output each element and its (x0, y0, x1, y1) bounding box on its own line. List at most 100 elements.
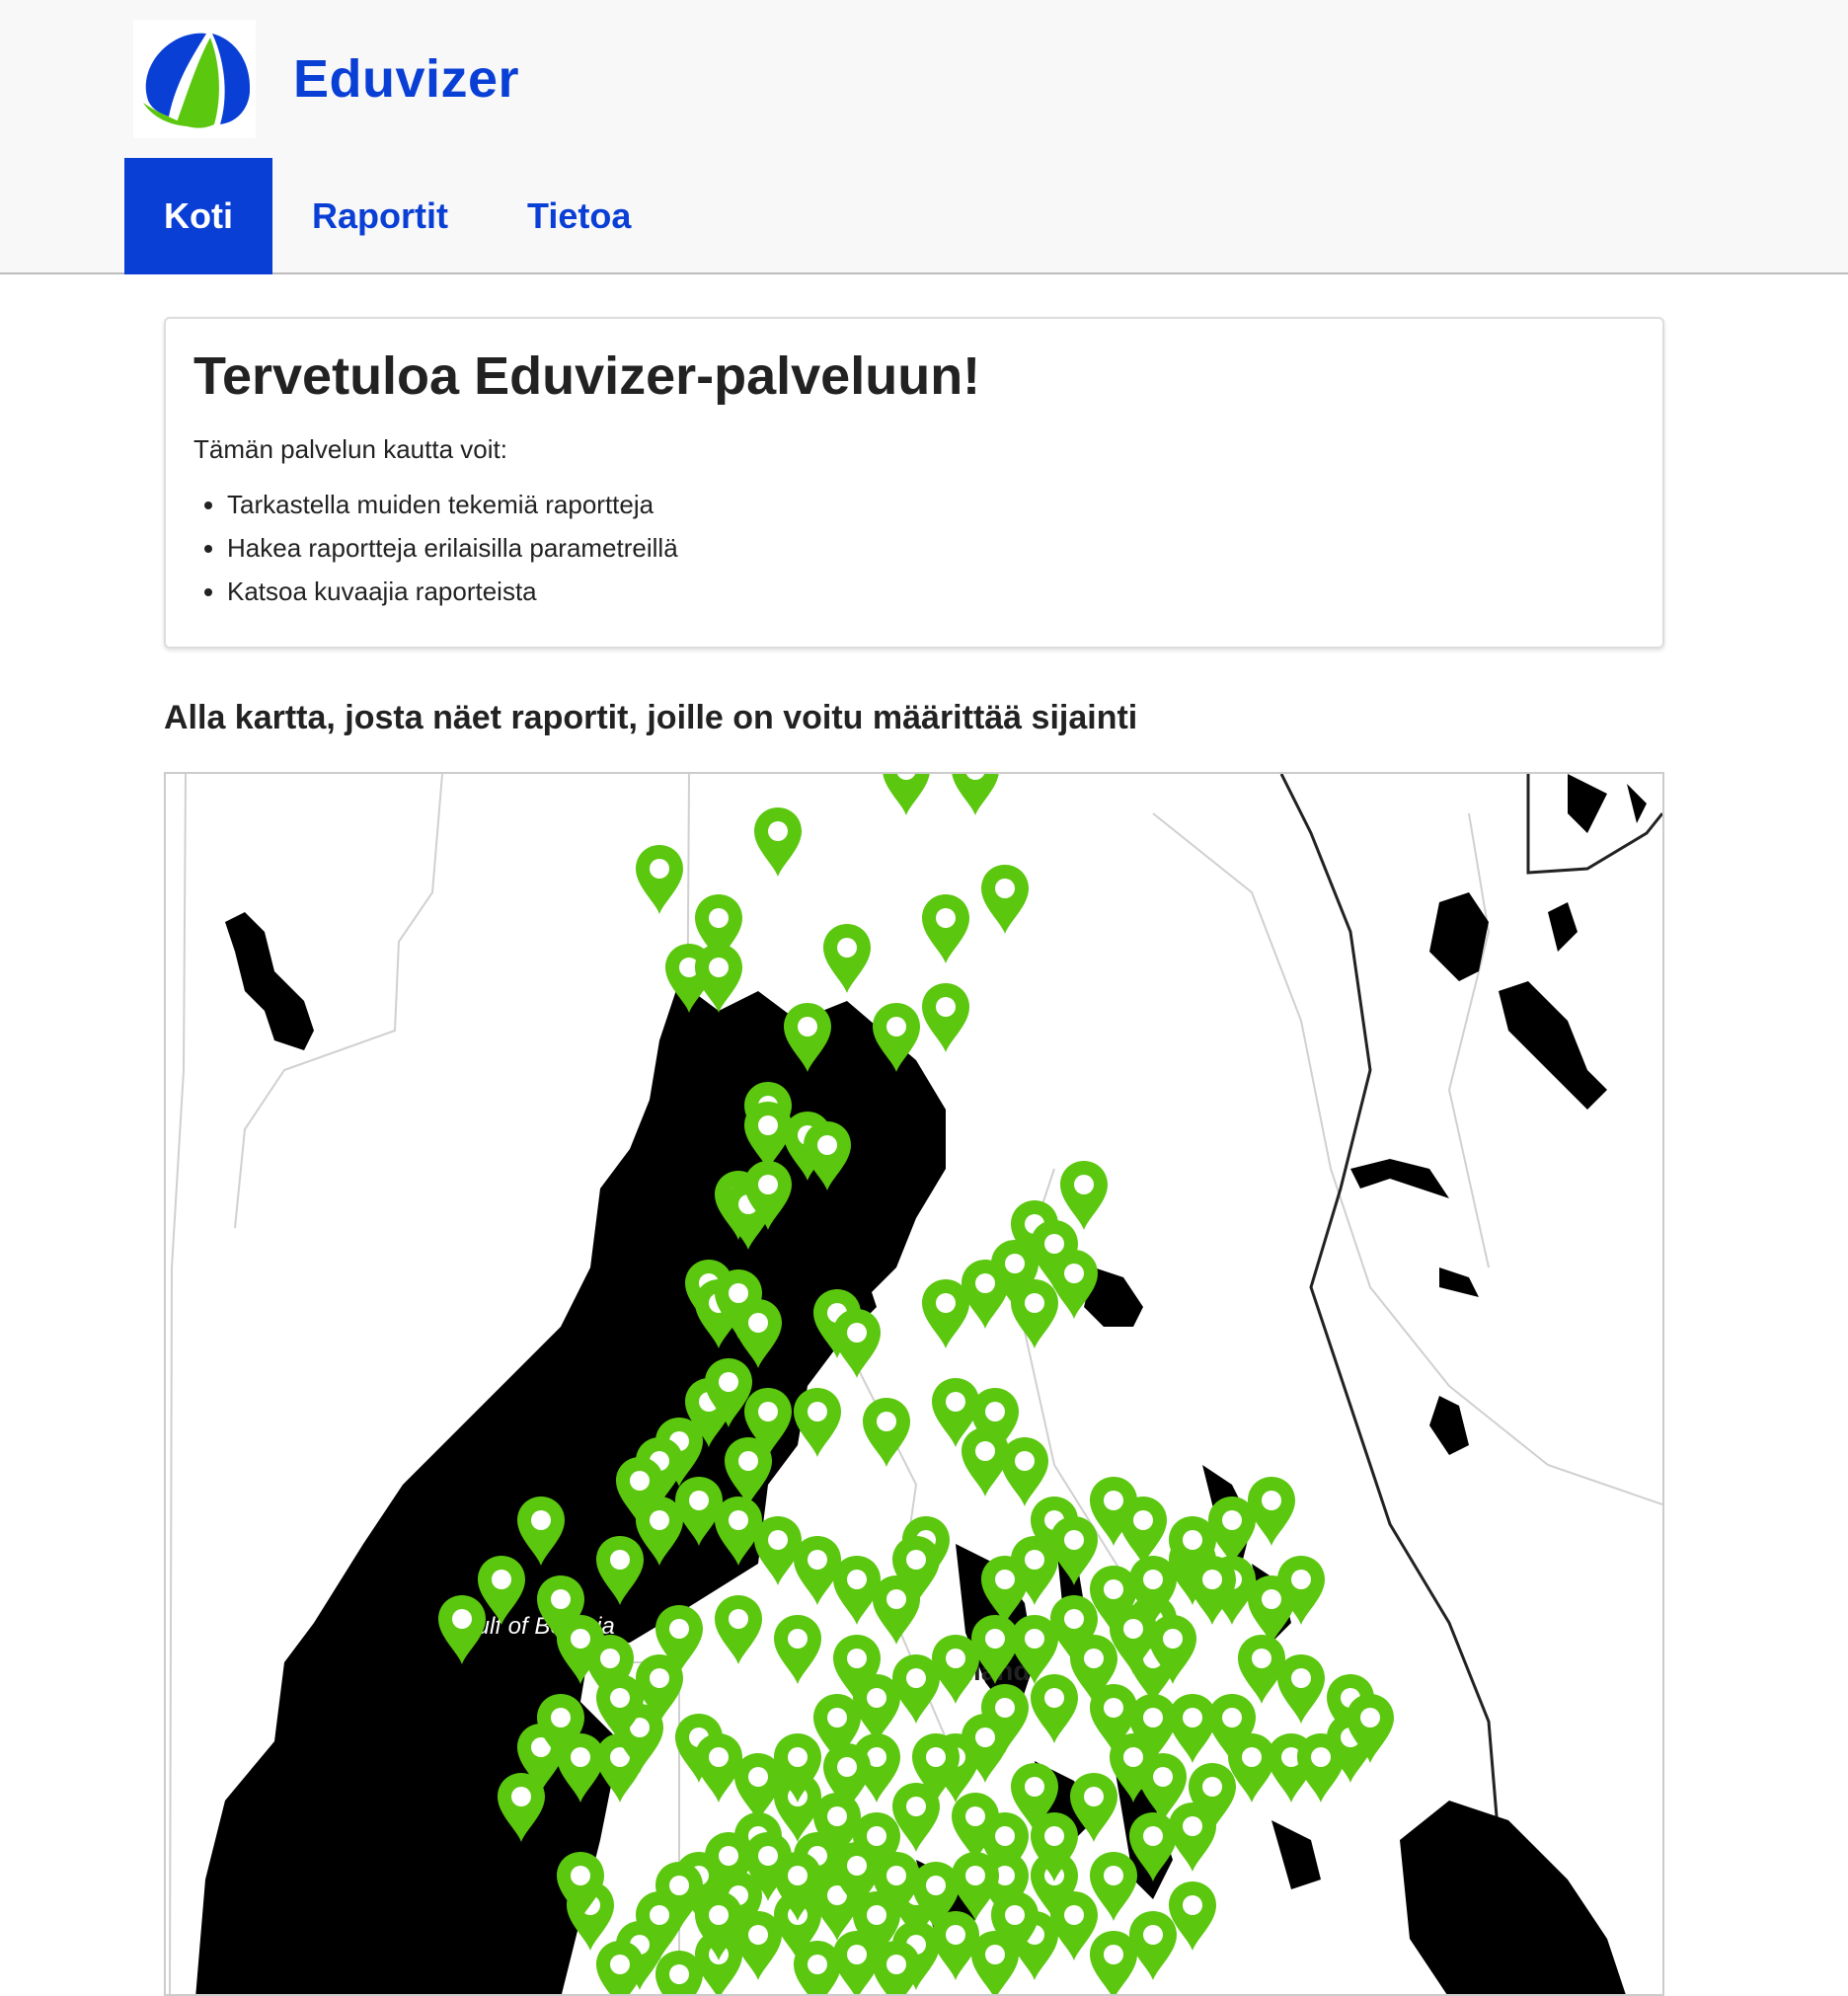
marker-dot (669, 1964, 689, 1984)
marker-dot (867, 1905, 886, 1925)
marker-dot (995, 1698, 1015, 1718)
marker-dot (788, 1629, 808, 1649)
marker-dot (650, 1905, 669, 1925)
marker-dot (719, 1372, 738, 1392)
marker-dot (630, 1471, 650, 1491)
marker-dot (995, 879, 1015, 898)
marker-dot (1143, 1570, 1163, 1589)
marker-dot (965, 1866, 985, 1885)
marker-dot (669, 1619, 689, 1639)
marker-dot (1360, 1708, 1380, 1727)
feature-list: Tarkastella muiden tekemiä raportteja Ha… (193, 483, 1635, 613)
marker-dot (1202, 1777, 1222, 1797)
marker-dot (1005, 1905, 1025, 1925)
marker-dot (808, 1402, 827, 1421)
marker-dot (886, 1589, 906, 1609)
marker-dot (877, 1412, 896, 1431)
marker-dot (729, 1609, 748, 1629)
marker-dot (906, 1550, 926, 1570)
marker-dot (768, 1530, 788, 1550)
map-marker-icon[interactable] (655, 1951, 703, 1996)
map-heading: Alla kartta, josta näet raportit, joille… (164, 699, 1138, 736)
marker-dot (1262, 1589, 1281, 1609)
main-nav: Koti Raportit Tietoa (124, 158, 670, 274)
marker-dot (985, 1402, 1005, 1421)
marker-dot (531, 1510, 551, 1530)
marker-dot (946, 1925, 965, 1945)
marker-dot (926, 1876, 946, 1895)
welcome-card: Tervetuloa Eduvizer-palveluun! Tämän pal… (164, 317, 1664, 649)
marker-dot (886, 1955, 906, 1974)
marker-dot (1143, 1708, 1163, 1727)
marker-dot (1025, 1629, 1044, 1649)
eduvizer-logo[interactable] (133, 20, 256, 138)
marker-dot (1025, 1293, 1044, 1313)
nav-reports[interactable]: Raportit (272, 158, 488, 274)
marker-dot (1044, 1826, 1064, 1846)
welcome-title: Tervetuloa Eduvizer-palveluun! (193, 346, 981, 406)
marker-dot (975, 1441, 995, 1461)
marker-dot (709, 958, 729, 977)
marker-dot (1104, 1945, 1123, 1964)
marker-dot (650, 1668, 669, 1688)
marker-dot (1104, 1866, 1123, 1885)
marker-dot (1252, 1649, 1271, 1668)
marker-dot (1044, 1234, 1064, 1254)
marker-dot (748, 1925, 768, 1945)
marker-dot (1064, 1264, 1084, 1283)
marker-dot (1044, 1688, 1064, 1708)
brand-name[interactable]: Eduvizer (293, 48, 519, 110)
marker-dot (1074, 1175, 1094, 1194)
marker-dot (1084, 1787, 1104, 1806)
marker-dot (571, 1629, 590, 1649)
nav-home[interactable]: Koti (124, 158, 272, 274)
marker-dot (985, 1945, 1005, 1964)
marker-dot (827, 1708, 847, 1727)
marker-dot (1311, 1747, 1331, 1767)
nav-about[interactable]: Tietoa (488, 158, 670, 274)
welcome-intro: Tämän palvelun kautta voit: (193, 433, 507, 464)
marker-dot (1123, 1747, 1143, 1767)
marker-dot (1163, 1629, 1183, 1649)
brand[interactable]: Eduvizer (133, 20, 519, 138)
marker-dot (758, 1846, 778, 1866)
marker-dot (669, 1876, 689, 1895)
marker-dot (1084, 1649, 1104, 1668)
feature-item: Tarkastella muiden tekemiä raportteja (227, 483, 1635, 526)
marker-dot (1183, 1530, 1202, 1550)
marker-dot (1133, 1510, 1153, 1530)
marker-dot (886, 1866, 906, 1885)
marker-dot (551, 1708, 571, 1727)
marker-dot (867, 1688, 886, 1708)
map-canvas[interactable]: Gulf of Bothnia Finland (166, 774, 1662, 1996)
marker-dot (1242, 1747, 1262, 1767)
marker-dot (1183, 1708, 1202, 1727)
marker-dot (995, 1570, 1015, 1589)
marker-dot (1143, 1826, 1163, 1846)
marker-dot (926, 1747, 946, 1767)
marker-dot (768, 821, 788, 841)
marker-dot (1222, 1708, 1242, 1727)
marker-dot (689, 1491, 709, 1510)
marker-dot (788, 1866, 808, 1885)
marker-dot (1262, 1491, 1281, 1510)
marker-dot (847, 1945, 867, 1964)
marker-dot (1123, 1619, 1143, 1639)
marker-dot (610, 1955, 630, 1974)
marker-dot (748, 1767, 768, 1787)
marker-dot (1064, 1905, 1084, 1925)
marker-dot (1104, 1579, 1123, 1599)
marker-dot (975, 1727, 995, 1747)
marker-dot (788, 1747, 808, 1767)
site-header: Eduvizer Koti Raportit Tietoa (0, 0, 1848, 274)
marker-dot (551, 1589, 571, 1609)
marker-dot (1005, 1254, 1025, 1273)
marker-dot (817, 1135, 837, 1155)
report-map[interactable]: Gulf of Bothnia Finland (164, 772, 1664, 1996)
marker-dot (610, 1688, 630, 1708)
marker-dot (867, 1826, 886, 1846)
marker-dot (1104, 1491, 1123, 1510)
marker-dot (946, 1649, 965, 1668)
marker-dot (1015, 1451, 1035, 1471)
marker-dot (798, 1017, 817, 1036)
